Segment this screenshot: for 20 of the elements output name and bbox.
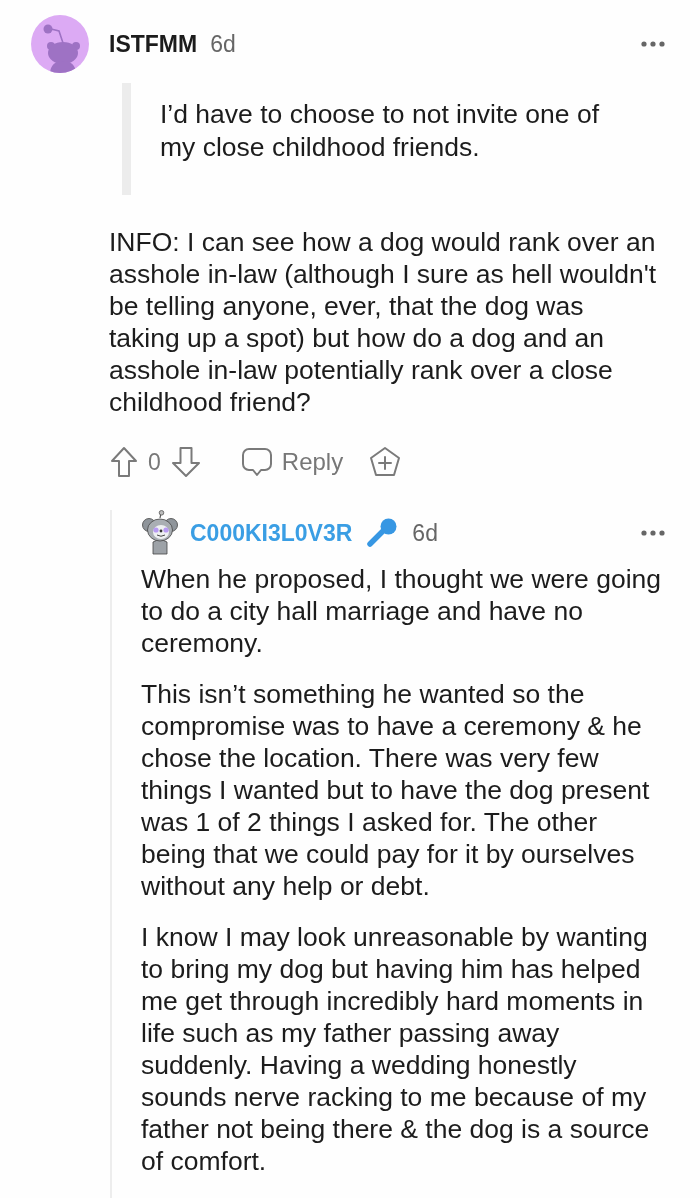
avatar-icon (142, 510, 178, 556)
arrow-down-icon[interactable] (170, 446, 201, 478)
vote-count: 0 (148, 448, 161, 476)
avatar-icon (31, 15, 89, 73)
comment-paragraph: When he proposed, I thought we were going to do a city hall marriage and have no ceremony. (141, 563, 663, 659)
username[interactable]: ISTFMM (109, 30, 198, 58)
comment-paragraph: I know I may look unreasonable by wanting to bring my dog but having him has helped me get through incredibly hard moments in life such as my father passing away suddenly. Having a wedding honestly sounds nerve racking to me because of my father not being there & the dog is a source of comfort. (141, 921, 651, 1177)
comment-paragraph: This isn’t something he wanted so the compromise was to have a ceremony & he chose the location. There was very few things I wanted but to have the dog present was 1 of 2 things I asked for. The other being that we could pay for it by ourselves without any help or debt. (141, 678, 651, 902)
quote-block: I’d have to choose to not invite one of my close childhood friends. (122, 83, 700, 195)
username[interactable]: C000KI3L0V3R (190, 519, 353, 547)
comment-age: 6d (412, 519, 438, 547)
reply-button[interactable]: Reply (240, 447, 344, 477)
speech-bubble-icon (240, 447, 273, 477)
arrow-up-icon[interactable] (110, 446, 138, 478)
pentagon-plus-icon[interactable] (369, 446, 402, 478)
comment-age: 6d (210, 30, 236, 58)
more-options-icon[interactable] (641, 41, 665, 47)
more-options-icon[interactable] (641, 530, 665, 536)
comment-text: INFO: I can see how a dog would rank over an asshole in-law (although I sure as hell wouldn't be telling anyone, ever, that the dog was taking up a spot) but how do a dog and an asshole in-law potentially rank over a close childhood friend? (109, 226, 658, 418)
microphone-icon (366, 517, 399, 549)
